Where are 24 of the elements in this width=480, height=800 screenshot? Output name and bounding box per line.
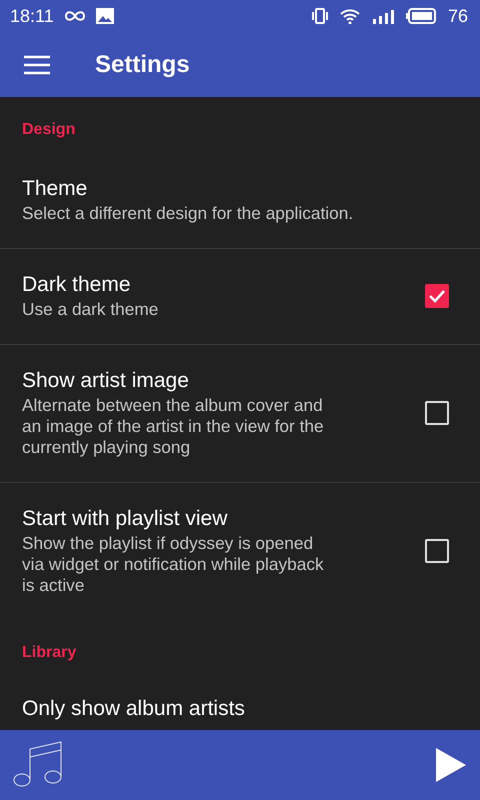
setting-summary: Select a different design for the application. <box>22 203 354 224</box>
play-button[interactable] <box>436 748 466 782</box>
setting-summary: Alternate between the album cover and an image of the artist in the view for the currently playing song <box>22 395 325 458</box>
setting-summary: Use a dark theme <box>22 299 160 320</box>
setting-title[interactable]: Theme <box>22 175 88 203</box>
battery-icon <box>406 8 436 24</box>
wifi-icon <box>340 8 360 24</box>
setting-title[interactable]: Dark theme <box>22 271 131 299</box>
category-header: Library <box>21 643 78 663</box>
check-icon <box>428 288 446 302</box>
infinity-icon <box>64 10 86 22</box>
image-icon <box>96 8 114 24</box>
battery-level: 76 <box>448 6 468 26</box>
setting-title[interactable]: Only show album artists <box>22 698 245 720</box>
setting-title[interactable]: Show artist image <box>22 367 189 395</box>
setting-summary: Show the playlist if odyssey is opened via widget or notification while playback is active <box>22 533 325 596</box>
vibrate-icon <box>312 8 328 24</box>
status-time: 18:11 <box>10 6 54 26</box>
toolbar-title: Settings <box>95 50 190 78</box>
category-header: Design <box>21 120 76 140</box>
checkbox[interactable] <box>425 284 449 308</box>
setting-title[interactable]: Start with playlist view <box>22 505 228 533</box>
menu-button[interactable] <box>24 54 50 74</box>
signal-icon <box>372 8 394 24</box>
